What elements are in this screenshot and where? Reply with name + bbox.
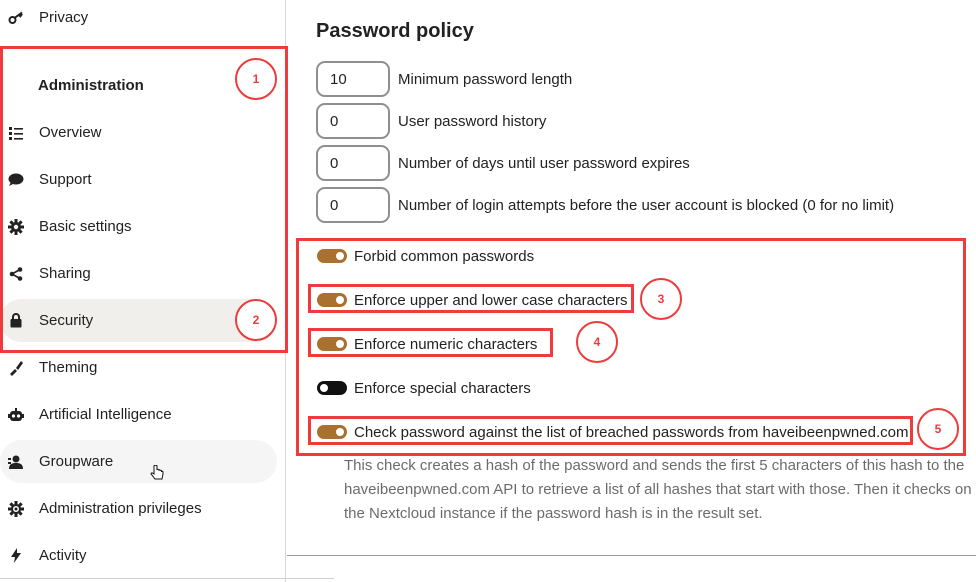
gear-icon [7, 218, 25, 236]
lightning-icon [7, 547, 25, 565]
sidebar-item-activity[interactable]: Activity [0, 534, 277, 577]
numeric-characters-toggle[interactable] [317, 337, 347, 351]
sidebar-item-sharing[interactable]: Sharing [0, 252, 277, 295]
sidebar-item-artificial-intelligence[interactable]: Artificial Intelligence [0, 393, 277, 436]
chat-bubble-icon [7, 171, 25, 189]
minimum-length-label: Minimum password length [398, 70, 573, 88]
sidebar-item-label: Artificial Intelligence [39, 406, 172, 423]
main-bottom-divider [287, 555, 976, 556]
password-history-label: User password history [398, 112, 547, 130]
special-characters-label: Enforce special characters [354, 379, 531, 397]
sidebar-item-overview[interactable]: Overview [0, 111, 277, 154]
annotation-marker: 5 [917, 408, 959, 450]
sidebar-item-support[interactable]: Support [0, 158, 277, 201]
special-characters-row: Enforce special characters [317, 378, 531, 398]
lock-icon [7, 312, 25, 330]
minimum-length-row: 10 Minimum password length [316, 61, 572, 97]
forbid-common-row: Forbid common passwords [317, 246, 534, 266]
breached-passwords-label: Check password against the list of breac… [354, 423, 909, 441]
login-attempts-row: 0 Number of login attempts before the us… [316, 187, 894, 223]
forbid-common-label: Forbid common passwords [354, 247, 535, 265]
annotation-marker: 2 [235, 299, 277, 341]
minimum-length-input[interactable]: 10 [316, 61, 390, 97]
sidebar-item-label: Activity [39, 547, 87, 564]
sidebar-item-label: Basic settings [39, 218, 132, 235]
sidebar-item-basic-settings[interactable]: Basic settings [0, 205, 277, 248]
upper-lower-case-row: Enforce upper and lower case characters [317, 290, 627, 310]
sidebar-item-administration-privileges[interactable]: Administration privileges [0, 487, 277, 530]
section-title-administration: Administration [38, 77, 144, 94]
sidebar-item-label: Security [39, 312, 94, 329]
password-policy-panel: Password policy 10 Minimum password leng… [287, 0, 976, 582]
password-history-row: 0 User password history [316, 103, 546, 139]
upper-lower-case-toggle[interactable] [317, 293, 347, 307]
sidebar-item-label: Support [39, 171, 92, 188]
sidebar-item-groupware[interactable]: Groupware [0, 440, 277, 483]
sidebar-item-label: Overview [39, 124, 102, 141]
sidebar-item-theming[interactable]: Theming [0, 346, 277, 389]
annotation-marker: 3 [640, 278, 682, 320]
login-attempts-input[interactable]: 0 [316, 187, 390, 223]
password-expiry-input[interactable]: 0 [316, 145, 390, 181]
sidebar-item-privacy[interactable]: Privacy [0, 0, 277, 39]
sidebar-bottom-divider [0, 578, 334, 579]
sidebar-item-label: Groupware [39, 453, 114, 470]
sidebar-item-label: Privacy [39, 9, 89, 26]
page-title: Password policy [316, 20, 474, 42]
breached-passwords-row: Check password against the list of breac… [317, 422, 908, 442]
special-characters-toggle[interactable] [317, 381, 347, 395]
key-icon [7, 9, 25, 27]
breached-passwords-toggle[interactable] [317, 425, 347, 439]
sidebar-item-label: Theming [39, 359, 98, 376]
password-expiry-row: 0 Number of days until user password exp… [316, 145, 690, 181]
sidebar-item-label: Administration privileges [39, 500, 202, 517]
password-history-input[interactable]: 0 [316, 103, 390, 139]
annotation-marker: 1 [235, 58, 277, 100]
share-icon [7, 265, 25, 283]
breached-passwords-hint: This check creates a hash of the passwor… [344, 457, 972, 522]
login-attempts-label: Number of login attempts before the user… [398, 196, 895, 214]
numeric-characters-label: Enforce numeric characters [354, 335, 538, 353]
list-icon [7, 124, 25, 142]
upper-lower-case-label: Enforce upper and lower case characters [354, 291, 628, 309]
sidebar-item-label: Sharing [39, 265, 91, 282]
numeric-characters-row: Enforce numeric characters [317, 334, 537, 354]
paint-brush-icon [7, 359, 25, 377]
admin-gear-icon [7, 500, 25, 518]
password-expiry-label: Number of days until user password expir… [398, 154, 690, 172]
contacts-icon [7, 453, 25, 471]
forbid-common-toggle[interactable] [317, 249, 347, 263]
annotation-marker: 4 [576, 321, 618, 363]
hand-cursor-icon [150, 464, 164, 488]
robot-icon [7, 406, 25, 424]
